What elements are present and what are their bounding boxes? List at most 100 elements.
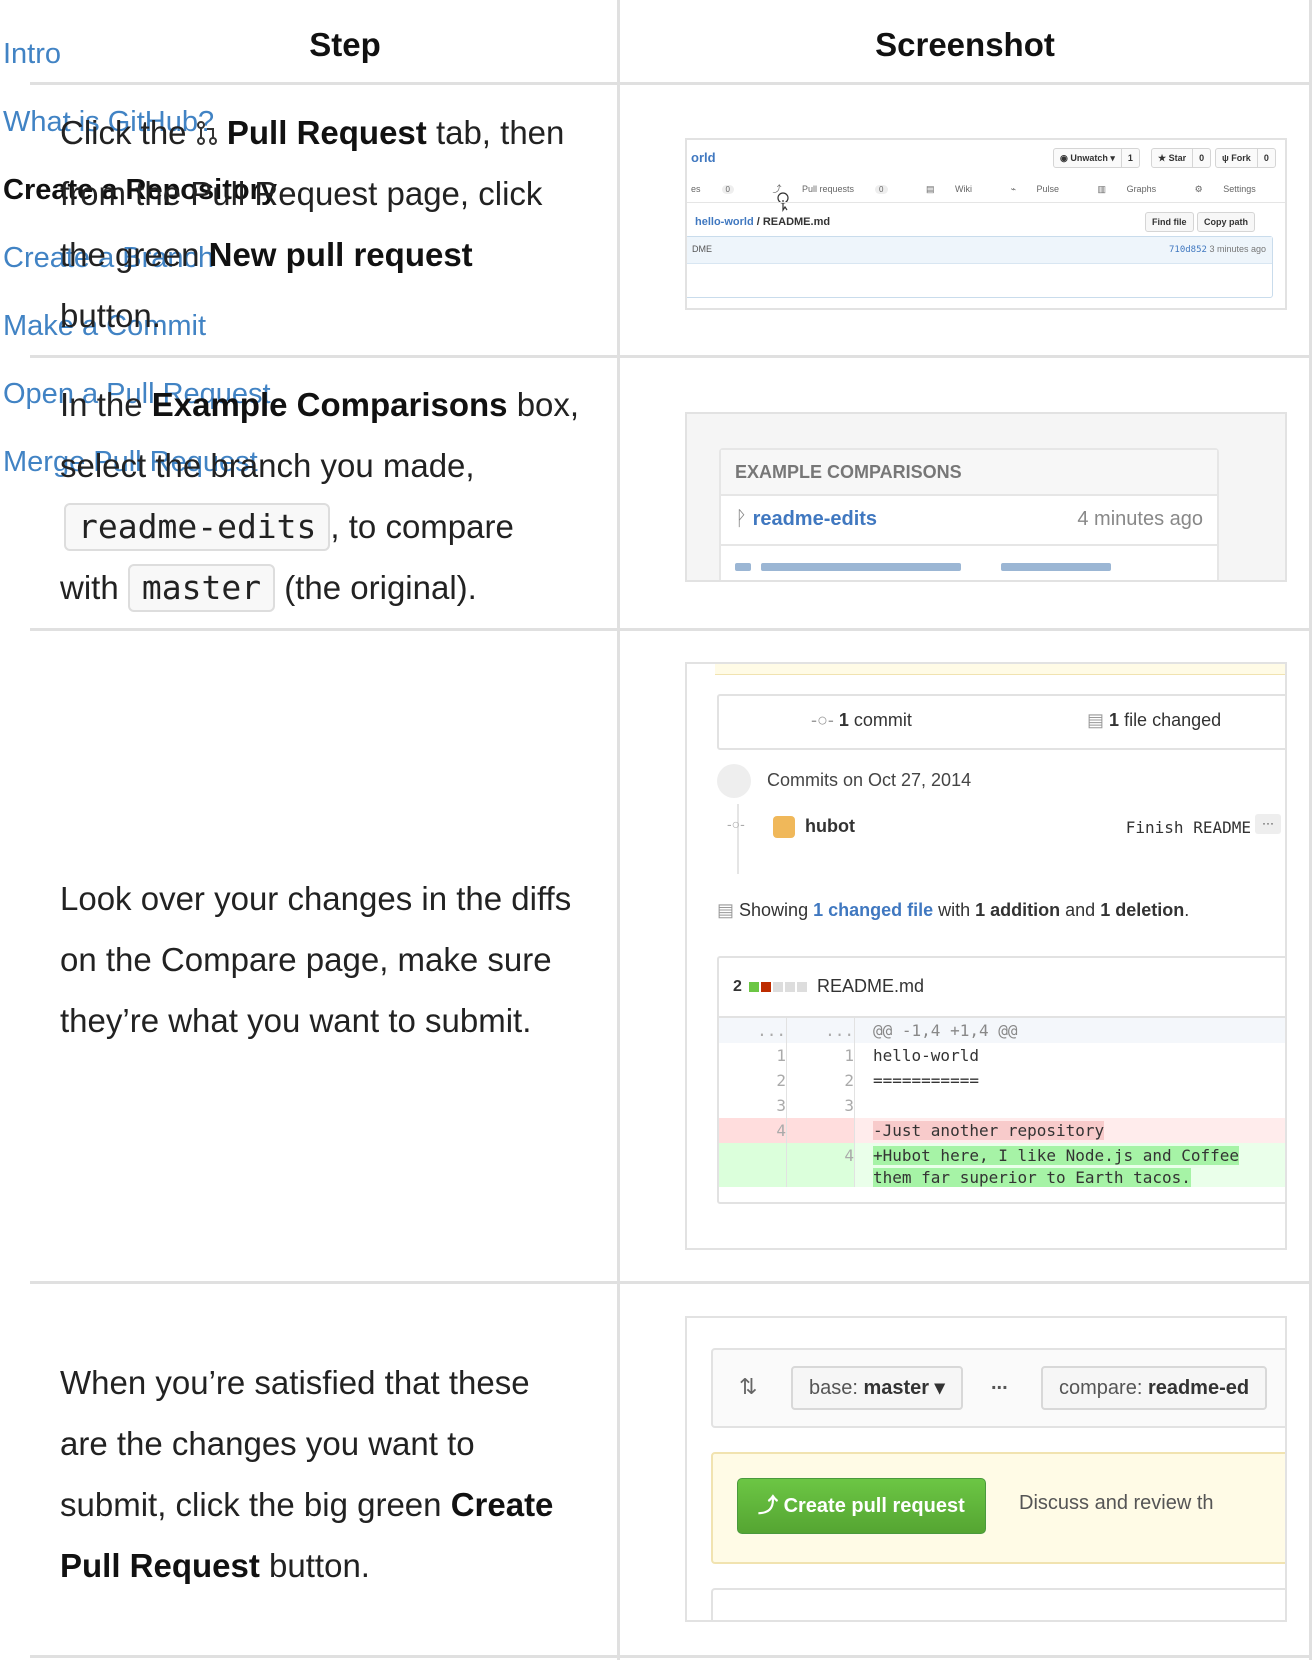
step-emphasis: Pull Request [60,1547,260,1584]
step-1-line-2: from the Pull Request page, click [60,175,543,212]
breadcrumb-repo[interactable]: hello-world [695,216,754,228]
expand-commit-button[interactable]: ··· [1255,814,1281,834]
files-changed-summary[interactable]: ▤ 1 file changed [1087,710,1221,731]
screenshot-create-pr: ⇅ base: master ▾ ... compare: readme-ed … [685,1316,1287,1622]
commit-message[interactable]: Finish README [1126,818,1251,837]
row-divider-1 [30,355,1312,358]
timeline-line [737,804,739,874]
example-comparisons-header: EXAMPLE COMPARISONS [721,450,1217,496]
step-2-line-2: select the branch you made, [60,447,475,484]
tab-pulse[interactable]: ⌁ Pulse [1011,184,1077,194]
commits-date: Commits on Oct 27, 2014 [767,770,972,790]
old-line-number[interactable] [719,1165,787,1187]
step-3-line-3: they’re what you want to submit. [60,1002,532,1039]
commit-sha[interactable]: 710d852 [1169,245,1207,255]
tab-issues[interactable]: es 0 [691,184,752,194]
step-text: button. [269,1547,370,1584]
compare-arrows-icon: ⇅ [739,1374,758,1399]
breadcrumb-file: README.md [762,216,831,228]
step-3-line-2: on the Compare page, make sure [60,941,552,978]
copy-path-button[interactable]: Copy path [1197,212,1255,232]
screenshot-compare-page: -○- 1 commit ▤ 1 file changed Commits on… [685,662,1287,1250]
compare-range-box: ⇅ base: master ▾ ... compare: readme-ed [711,1348,1285,1428]
step-text: In the [60,386,143,423]
changed-files-link[interactable]: 1 changed file [813,900,933,920]
star-button[interactable]: ★ Star 0 [1151,148,1212,168]
tab-graphs[interactable]: ▥ Graphs [1098,184,1175,194]
nav-link-intro[interactable]: Intro [3,38,61,71]
old-line-number[interactable]: 1 [719,1043,787,1068]
example-comparisons-box: EXAMPLE COMPARISONS ᚹ readme-edits 4 min… [719,448,1219,580]
table-right-border [1309,0,1312,1660]
pull-request-icon: ⤴ [758,1495,778,1517]
unwatch-count: 1 [1120,149,1139,167]
old-line-number[interactable]: 2 [719,1068,787,1093]
create-pr-description: Discuss and review th [1019,1492,1214,1514]
compare-branch-select[interactable]: compare: readme-ed [1041,1366,1268,1410]
gear-icon: ⚙ [1194,184,1203,194]
diff-change-count: 2 [733,978,742,995]
step-text: with [60,569,119,606]
step-text: (the original). [284,569,477,606]
comparison-row-cut-off [735,558,1175,571]
new-line-number[interactable]: ... [787,1018,855,1043]
find-file-button[interactable]: Find file [1145,212,1194,232]
tab-pull-requests[interactable]: ⤴ Pull requests 0 [772,184,905,194]
step-text: tab, then [435,114,565,151]
step-emphasis: Pull Request [226,114,427,151]
new-line-number[interactable] [787,1165,855,1187]
step-text: submit, click the big green [60,1486,442,1523]
new-line-number[interactable]: 3 [787,1093,855,1118]
step-2-line-4: with master (the original). [60,557,477,618]
fork-button[interactable]: ψ Fork 0 [1215,148,1276,168]
row-divider-4 [30,1655,1312,1658]
diffstat-del-block [761,982,771,992]
commit-author[interactable]: hubot [805,816,855,837]
step-1-line-4: button. [60,297,161,334]
step-emphasis: Create [450,1486,554,1523]
book-icon: ▤ [926,184,935,194]
screenshot-example-comparisons: EXAMPLE COMPARISONS ᚹ readme-edits 4 min… [685,412,1287,582]
diff-code: =========== [873,1068,979,1093]
commit-time: 3 minutes ago [1209,244,1266,254]
column-divider [617,0,620,1660]
old-line-number[interactable]: 3 [719,1093,787,1118]
range-ellipsis: ... [991,1372,1008,1394]
step-2-line-3: readme-edits, to compare [64,496,514,557]
step-1-line-3: the green New pull request [60,224,473,285]
commit-icon: -○- [811,710,834,730]
diffstat-neutral-block [797,982,807,992]
diff-code: -Just another repository [873,1118,1105,1143]
column-header-screenshot: Screenshot [875,26,1055,63]
file-name: DME [692,244,712,254]
diff-stats: ▤ Showing 1 changed file with 1 addition… [717,900,1190,920]
fork-icon: ψ [1222,153,1229,163]
file-box: DME 710d852 3 minutes ago [687,236,1273,298]
diff-code: @@ -1,4 +1,4 @@ [873,1018,1018,1043]
unwatch-button[interactable]: ◉ Unwatch ▾ 1 [1053,148,1140,168]
diff-line: 11 hello-world [719,1043,1285,1068]
comparison-branch[interactable]: readme-edits [753,508,878,530]
old-line-number[interactable]: ... [719,1018,787,1043]
star-icon: ★ [1158,153,1167,163]
create-pr-box: ⤴ Create pull request Discuss and review… [711,1452,1285,1564]
new-line-number[interactable]: 1 [787,1043,855,1068]
new-line-number[interactable] [787,1118,855,1143]
old-line-number[interactable]: 4 [719,1118,787,1143]
new-line-number[interactable]: 2 [787,1068,855,1093]
unwatch-label: Unwatch ▾ [1070,153,1115,163]
diff-code: hello-world [873,1043,979,1068]
create-pull-request-button[interactable]: ⤴ Create pull request [737,1478,986,1534]
commits-summary[interactable]: -○- 1 commit [811,710,912,731]
tab-wiki[interactable]: ▤ Wiki [926,184,990,194]
step-text: box, [516,386,580,423]
comparison-row[interactable]: ᚹ readme-edits 4 minutes ago [735,508,1203,531]
diff-line: them far superior to Earth tacos. [719,1165,1285,1187]
branch-icon: ᚹ [735,508,747,530]
base-branch-select[interactable]: base: master ▾ [791,1366,963,1410]
pull-request-icon [196,121,217,145]
diff-line: 33 [719,1093,1285,1118]
tab-settings[interactable]: ⚙ Settings [1195,184,1274,194]
graph-icon: ▥ [1097,184,1107,194]
diff-code-text: -Just another repository [873,1121,1105,1140]
